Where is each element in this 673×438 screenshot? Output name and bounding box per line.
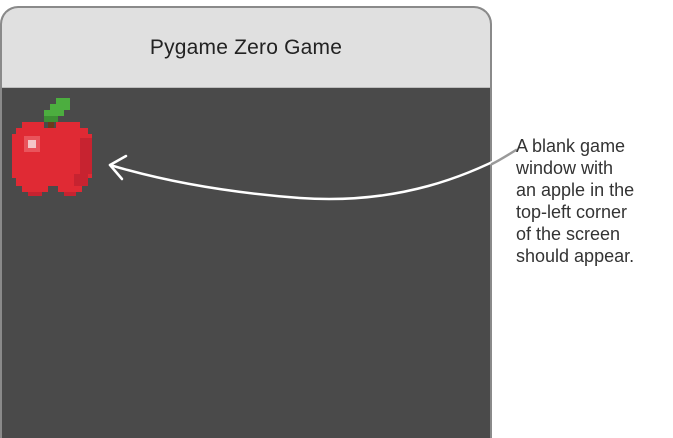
game-canvas[interactable] bbox=[2, 88, 490, 438]
window-title: Pygame Zero Game bbox=[149, 35, 343, 59]
annotation-line: top-left corner bbox=[516, 202, 628, 222]
annotation-line: window with bbox=[516, 158, 614, 178]
figure: Pygame Zero Game A blank game window wit… bbox=[0, 0, 673, 438]
annotation-line: should appear. bbox=[516, 246, 635, 266]
annotation-text: A blank game window with an apple in the… bbox=[516, 135, 673, 267]
game-window: Pygame Zero Game bbox=[0, 6, 492, 438]
apple-icon bbox=[12, 98, 92, 196]
annotation-line: A blank game bbox=[516, 136, 626, 156]
window-titlebar[interactable]: Pygame Zero Game bbox=[2, 8, 490, 88]
annotation-line: an apple in the bbox=[516, 180, 635, 200]
annotation-line: of the screen bbox=[516, 224, 621, 244]
